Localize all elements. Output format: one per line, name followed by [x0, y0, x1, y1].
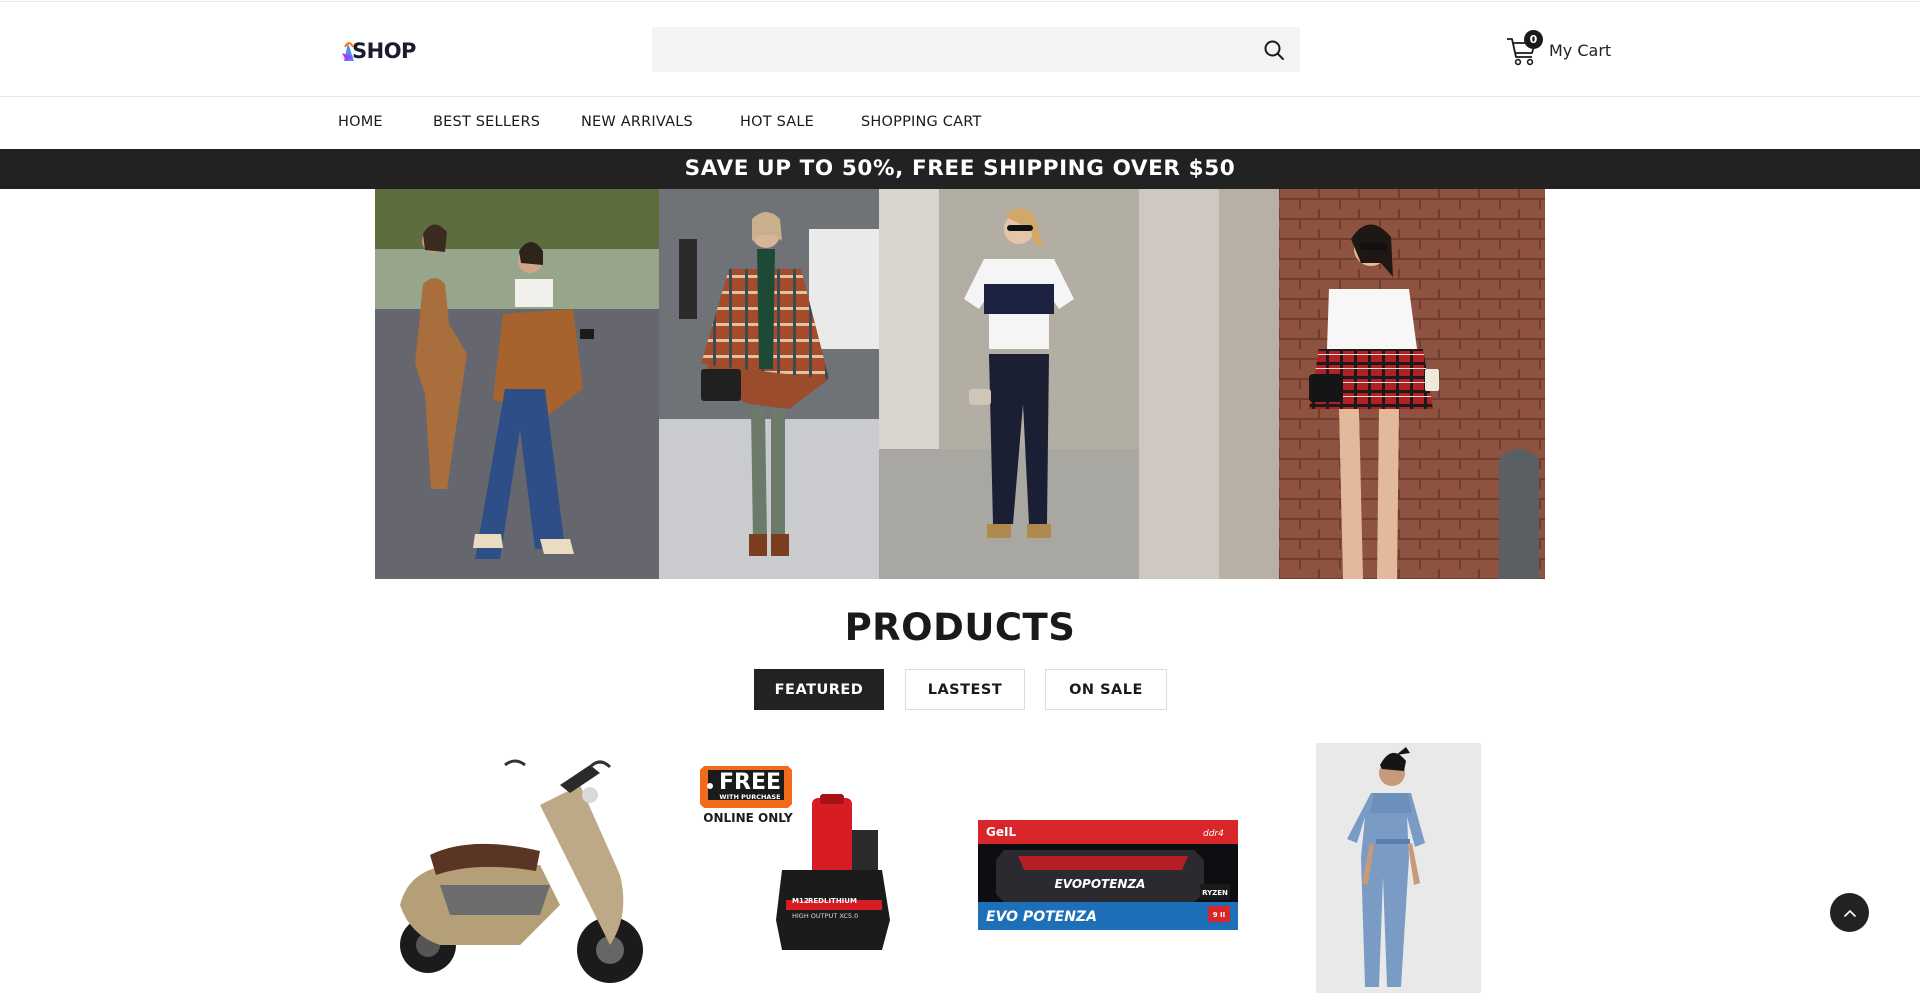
tab-latest[interactable]: LASTEST: [905, 669, 1025, 710]
nav-shopping-cart[interactable]: SHOPPING CART: [861, 114, 982, 130]
nav-home[interactable]: HOME: [338, 114, 383, 130]
battery-badge-note: ONLINE ONLY: [703, 811, 793, 825]
tab-featured[interactable]: FEATURED: [754, 669, 884, 710]
product-card-battery[interactable]: FREE WITH PURCHASE ONLINE ONLY M12 REDLI…: [700, 760, 910, 970]
tab-on-sale[interactable]: ON SALE: [1045, 669, 1167, 710]
battery-model-text: M12: [792, 897, 809, 905]
nav-best-sellers[interactable]: BEST SELLERS: [433, 114, 540, 130]
product-card-ram[interactable]: GeIL ddr4 EVOPOTENZA EVO POTENZA RYZEN 9…: [978, 820, 1238, 930]
ram-tag: ddr4: [1203, 829, 1224, 839]
my-cart-button[interactable]: 0 My Cart: [1506, 30, 1611, 70]
search-icon: [1264, 40, 1284, 60]
battery-badge-free: FREE: [719, 770, 781, 795]
products-heading: PRODUCTS: [844, 606, 1076, 649]
cart-icon-wrap: 0: [1506, 30, 1543, 67]
cart-label: My Cart: [1549, 40, 1612, 60]
search-bar: [652, 27, 1300, 72]
product-card-jumpsuit[interactable]: [1316, 743, 1481, 993]
ram-brand: GeIL: [986, 825, 1016, 839]
ram-model: EVO POTENZA: [986, 909, 1097, 925]
search-input[interactable]: [652, 27, 1242, 72]
hero-photo-3: [879, 189, 1139, 579]
search-button[interactable]: [1262, 38, 1286, 62]
battery-redlithium-text: REDLITHIUM: [808, 897, 857, 905]
jumpsuit-image: [1316, 743, 1481, 993]
product-card-scooter[interactable]: [380, 745, 660, 993]
chevron-up-icon: [1843, 909, 1856, 917]
cart-count-badge: 0: [1524, 30, 1543, 49]
hero-photo-4: [1139, 189, 1545, 579]
ram-ryzen-badge: RYZEN: [1202, 889, 1228, 897]
shop-logo[interactable]: SHOP: [340, 34, 416, 68]
ram-image: GeIL ddr4 EVOPOTENZA EVO POTENZA RYZEN 9…: [978, 820, 1238, 930]
battery-image: FREE WITH PURCHASE ONLINE ONLY M12 REDLI…: [700, 766, 890, 950]
logo-text: SHOP: [352, 39, 416, 63]
nav-new-arrivals[interactable]: NEW ARRIVALS: [581, 114, 693, 130]
main-nav: HOME BEST SELLERS NEW ARRIVALS HOT SALE …: [0, 97, 1920, 149]
ram-gen-badge: 9 II: [1213, 911, 1226, 919]
battery-badge-sub: WITH PURCHASE: [719, 793, 780, 801]
logo-bag-icon: [342, 42, 354, 61]
promo-banner: SAVE UP TO 50%, FREE SHIPPING OVER $50: [0, 149, 1920, 189]
hero-banner[interactable]: [375, 189, 1545, 579]
nav-hot-sale[interactable]: HOT SALE: [740, 114, 814, 130]
back-to-top-button[interactable]: [1830, 893, 1869, 932]
ram-model-top: EVOPOTENZA: [1055, 877, 1146, 891]
hero-photo-1: [375, 189, 659, 579]
hero-photo-2: [659, 189, 879, 579]
site-header: SHOP 0 My Cart: [0, 1, 1920, 97]
battery-output-text: HIGH OUTPUT XC5.0: [792, 912, 858, 920]
scooter-image: [400, 759, 643, 983]
